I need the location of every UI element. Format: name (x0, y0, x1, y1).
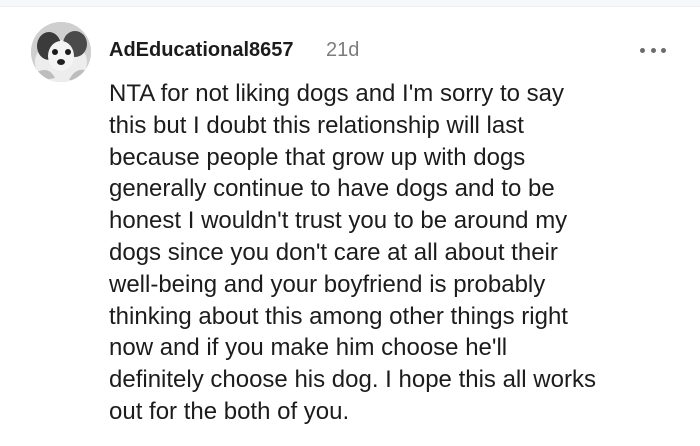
comment-body: NTA for not liking dogs and I'm sorry to… (109, 78, 669, 428)
timestamp[interactable]: 21d (326, 38, 359, 62)
comment-body-line: well-being and your boyfriend is probabl… (109, 270, 546, 298)
comment-body-line: out for the both of you. (109, 397, 350, 425)
comment-body-line: now and if you make him choose he'll (109, 334, 508, 362)
comment-body-line: definitely choose his dog. I hope this a… (109, 366, 596, 394)
more-horizontal-icon-dot (650, 47, 656, 53)
comment-body-line: NTA for not liking dogs and I'm sorry to… (109, 80, 564, 107)
more-horizontal-icon-dot (661, 47, 666, 53)
more-options-button[interactable] (640, 40, 666, 60)
dog-avatar-icon (31, 22, 91, 82)
comment-body-line: honest I wouldn't trust you to be around… (109, 207, 568, 235)
comment-body-line: because people that grow up with dogs (109, 143, 526, 171)
username[interactable]: AdEducational8657 (109, 38, 294, 62)
comment-body-line: dogs since you don't care at all about t… (109, 238, 558, 266)
more-horizontal-icon (640, 47, 645, 53)
comment: AdEducational8657 21d NTA for not liking… (0, 0, 700, 446)
comment-body-line: generally continue to have dogs and to b… (109, 175, 555, 203)
comment-body-line: this but I doubt this relationship will … (109, 111, 524, 139)
comment-body-line: thinking about this among other things r… (109, 302, 568, 330)
avatar[interactable] (31, 22, 91, 82)
